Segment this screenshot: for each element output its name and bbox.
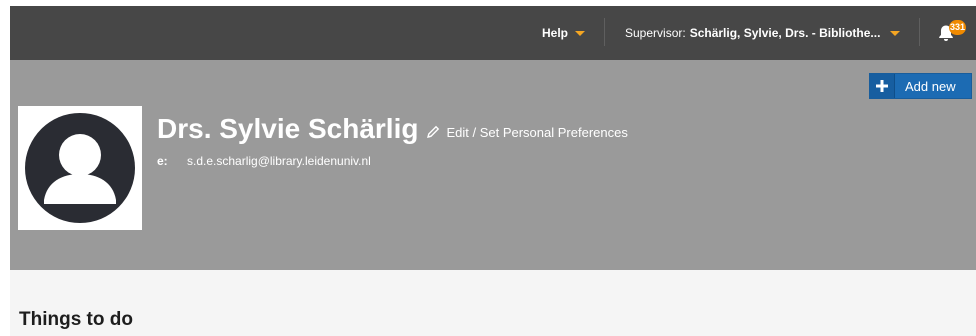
divider — [604, 18, 605, 46]
chevron-down-icon — [890, 30, 901, 36]
email-value: s.d.e.scharlig@library.leidenuniv.nl — [187, 154, 371, 168]
supervisor-prefix: Supervisor: — [625, 26, 686, 40]
divider — [919, 18, 920, 46]
add-new-label: Add new — [905, 78, 956, 94]
email-row: e: s.d.e.scharlig@library.leidenuniv.nl — [157, 154, 371, 168]
avatar — [18, 106, 142, 230]
user-avatar-icon — [25, 113, 135, 223]
profile-header: Add new Drs. Sylvie Schärlig Edit / Set … — [10, 60, 976, 270]
pencil-icon — [427, 125, 440, 138]
supervisor-menu[interactable]: Supervisor: Schärlig, Sylvie, Drs. - Bib… — [625, 6, 901, 60]
profile-name-row: Drs. Sylvie Schärlig Edit / Set Personal… — [157, 113, 628, 145]
top-navigation-bar: Help Supervisor: Schärlig, Sylvie, Drs. … — [10, 6, 976, 60]
edit-preferences-label: Edit / Set Personal Preferences — [446, 124, 628, 140]
notification-count-badge: 331 — [949, 20, 967, 35]
things-to-do-heading: Things to do — [19, 309, 133, 330]
email-label: e: — [157, 154, 168, 168]
help-menu-label: Help — [542, 26, 569, 40]
supervisor-name: Schärlig, Sylvie, Drs. - Bibliothe... — [689, 26, 881, 40]
profile-name: Drs. Sylvie Schärlig — [157, 113, 419, 144]
add-new-button[interactable]: Add new — [869, 73, 972, 99]
notifications-button[interactable]: 331 — [937, 20, 967, 46]
page-frame: Help Supervisor: Schärlig, Sylvie, Drs. … — [10, 6, 976, 336]
chevron-down-icon — [575, 30, 586, 36]
edit-preferences-link[interactable]: Edit / Set Personal Preferences — [426, 124, 628, 140]
help-menu[interactable]: Help — [542, 6, 586, 60]
plus-icon — [870, 74, 895, 98]
